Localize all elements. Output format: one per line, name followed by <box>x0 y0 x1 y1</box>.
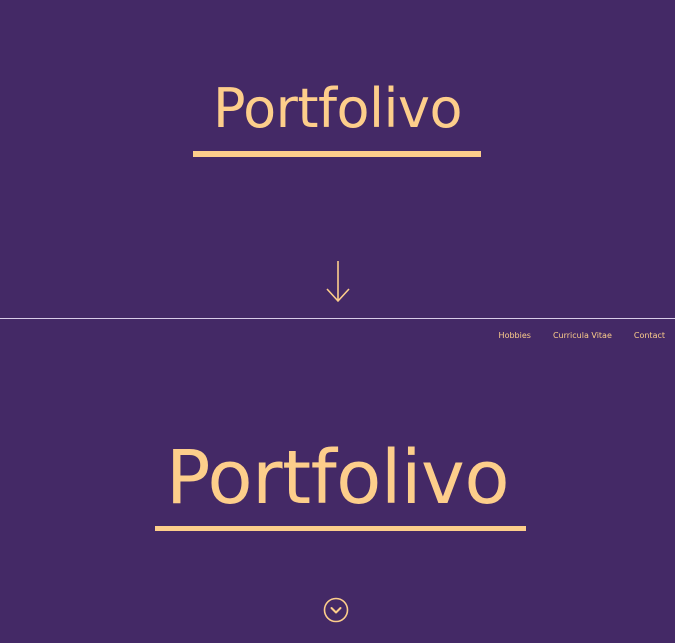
arrow-down-icon[interactable] <box>324 259 352 305</box>
title-underline <box>155 526 526 531</box>
nav-link-contact[interactable]: Contact <box>634 331 665 340</box>
nav-link-curricula-vitae[interactable]: Curricula Vitae <box>553 331 612 340</box>
title-underline <box>193 151 481 157</box>
hero-section-bottom: Hobbies Curricula Vitae Contact Portfoli… <box>0 319 675 643</box>
chevron-down-circle-icon[interactable] <box>323 597 349 623</box>
top-nav: Hobbies Curricula Vitae Contact <box>499 331 665 340</box>
page-title: Portfolivo <box>165 435 510 521</box>
hero-section-top: Portfolivo <box>0 0 675 318</box>
nav-link-hobbies[interactable]: Hobbies <box>499 331 531 340</box>
page-title: Portfolivo <box>212 77 463 140</box>
